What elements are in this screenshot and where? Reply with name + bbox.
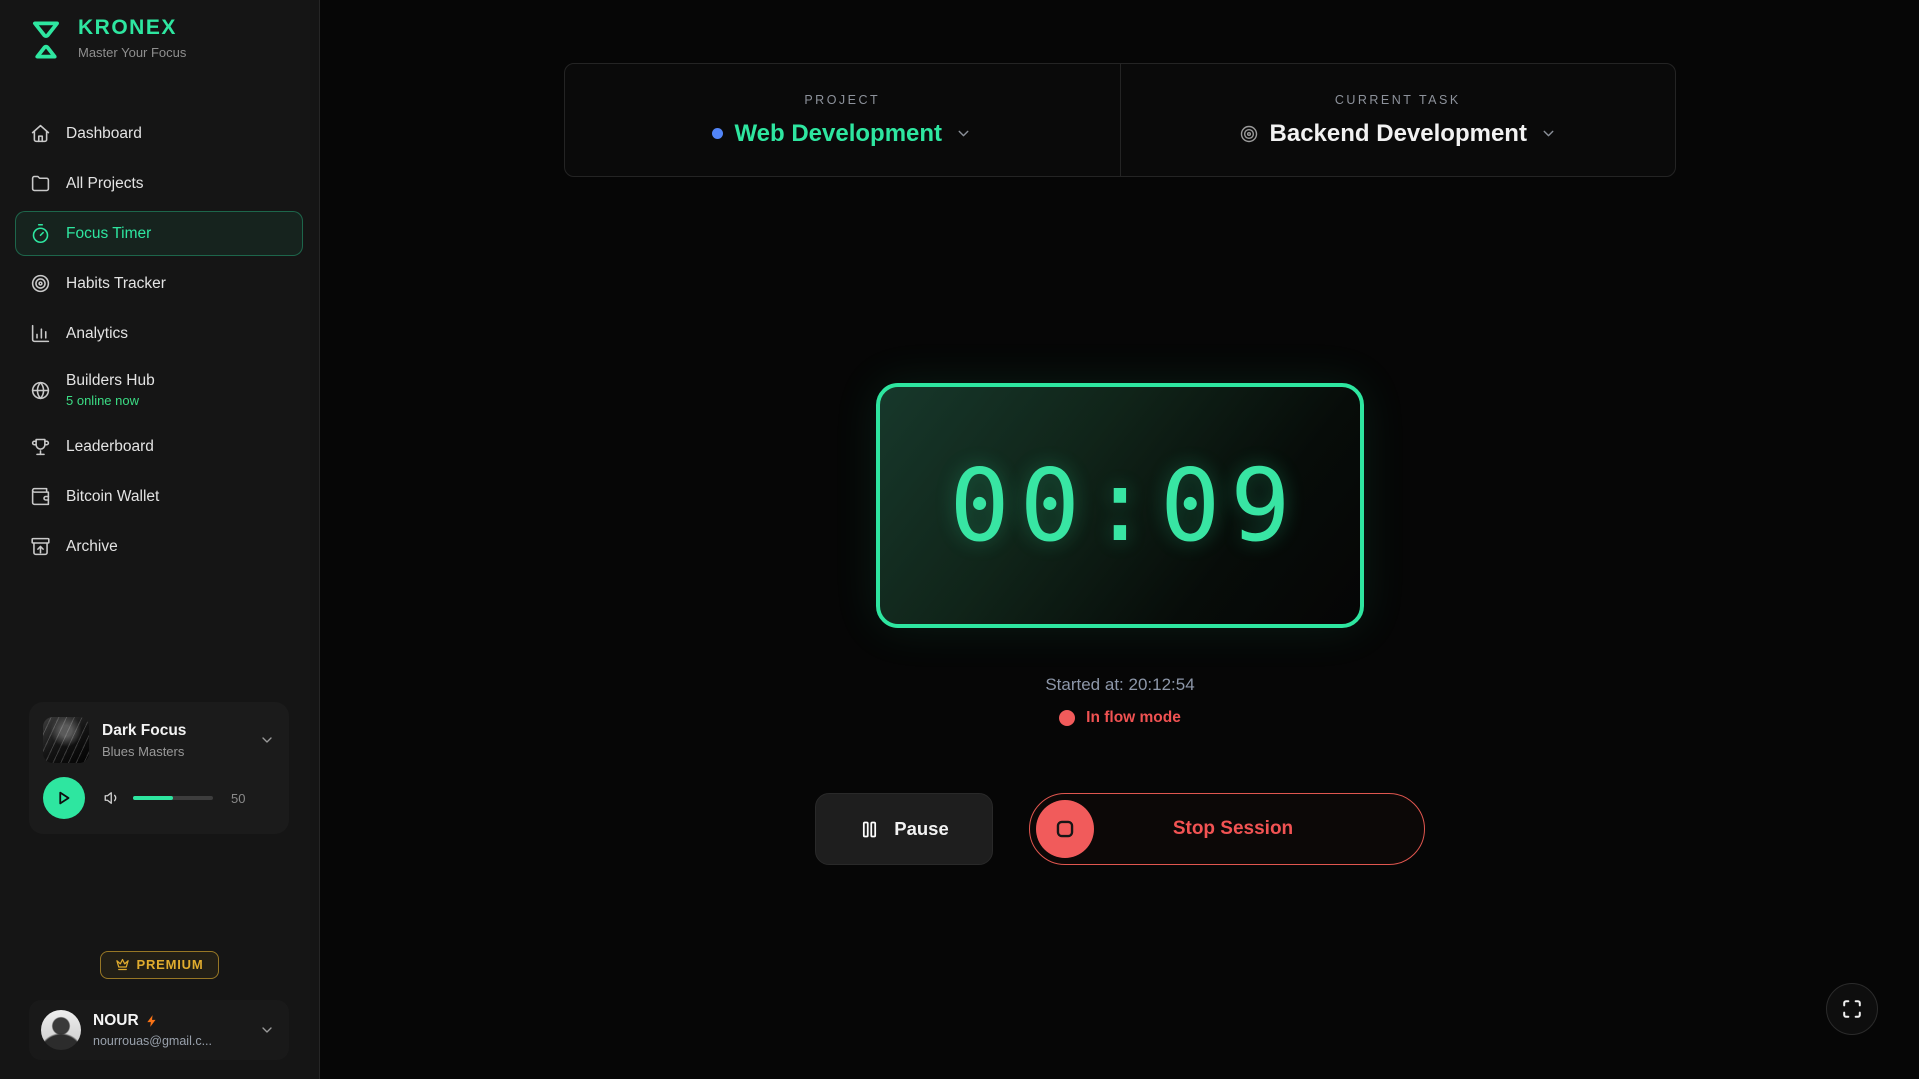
volume-slider[interactable]	[133, 796, 213, 800]
flow-status-label: In flow mode	[1086, 709, 1181, 727]
timer-value: 00:09	[939, 447, 1300, 564]
player-expand-chevron-icon[interactable]	[259, 732, 275, 748]
task-label: CURRENT TASK	[1335, 93, 1461, 107]
task-target-icon	[1239, 124, 1259, 144]
sidebar-item-label: Focus Timer	[66, 225, 151, 243]
bar-chart-icon	[30, 323, 51, 344]
stop-session-label: Stop Session	[1094, 818, 1372, 840]
sidebar-item-label: Bitcoin Wallet	[66, 488, 159, 506]
track-artist: Blues Masters	[102, 744, 246, 759]
fullscreen-icon	[1841, 998, 1863, 1020]
folder-icon	[30, 173, 51, 194]
music-player: Dark Focus Blues Masters 50	[29, 702, 289, 834]
album-art	[43, 717, 89, 763]
current-task-selector[interactable]: CURRENT TASK Backend Development	[1121, 64, 1676, 176]
hourglass-logo-icon	[27, 18, 65, 67]
sidebar-item-label: Habits Tracker	[66, 275, 166, 293]
user-name: NOUR	[93, 1012, 139, 1030]
project-selector[interactable]: PROJECT Web Development	[565, 64, 1120, 176]
play-icon	[55, 789, 73, 807]
sidebar-item-label: All Projects	[66, 175, 144, 193]
project-label: PROJECT	[804, 93, 880, 107]
sidebar-item-label: Leaderboard	[66, 438, 154, 456]
pause-icon	[859, 819, 880, 840]
main-content: PROJECT Web Development CURRENT TASK Bac…	[321, 0, 1919, 1079]
fullscreen-button[interactable]	[1826, 983, 1878, 1035]
volume-icon	[103, 789, 121, 807]
session-start-time: Started at: 20:12:54	[1045, 675, 1194, 695]
premium-label: PREMIUM	[137, 957, 204, 972]
sidebar-nav: Dashboard All Projects Focus Timer Habit…	[15, 111, 303, 574]
wallet-icon	[30, 486, 51, 507]
sidebar-item-builders-hub[interactable]: Builders Hub 5 online now	[15, 361, 303, 419]
trophy-icon	[30, 436, 51, 457]
volume-value: 50	[231, 791, 245, 806]
track-title: Dark Focus	[102, 722, 246, 740]
premium-badge[interactable]: PREMIUM	[100, 951, 219, 979]
home-icon	[30, 123, 51, 144]
user-profile[interactable]: NOUR nourrouas@gmail.c...	[29, 1000, 289, 1060]
flow-status-dot	[1059, 710, 1075, 726]
archive-icon	[30, 536, 51, 557]
sidebar: KRONEX Master Your Focus Dashboard All P…	[0, 0, 320, 1079]
pause-label: Pause	[894, 818, 949, 840]
chevron-down-icon	[1540, 125, 1557, 142]
sidebar-item-analytics[interactable]: Analytics	[15, 311, 303, 356]
play-button[interactable]	[43, 777, 85, 819]
target-icon	[30, 273, 51, 294]
profile-chevron-icon[interactable]	[259, 1022, 275, 1038]
sidebar-item-all-projects[interactable]: All Projects	[15, 161, 303, 206]
sidebar-item-label: Archive	[66, 538, 118, 556]
sidebar-item-dashboard[interactable]: Dashboard	[15, 111, 303, 156]
sidebar-item-label: Analytics	[66, 325, 128, 343]
sidebar-item-label: Builders Hub	[66, 372, 155, 390]
pause-button[interactable]: Pause	[815, 793, 993, 865]
chevron-down-icon	[955, 125, 972, 142]
flow-mode-status: In flow mode	[1059, 709, 1181, 727]
user-email: nourrouas@gmail.c...	[93, 1034, 247, 1048]
sidebar-item-focus-timer[interactable]: Focus Timer	[15, 211, 303, 256]
crown-icon	[115, 957, 130, 972]
sidebar-item-leaderboard[interactable]: Leaderboard	[15, 424, 303, 469]
brand-tagline: Master Your Focus	[78, 45, 186, 60]
brand: KRONEX Master Your Focus	[15, 14, 303, 67]
timer-display: 00:09	[876, 383, 1364, 628]
lightning-icon	[145, 1014, 159, 1028]
stop-icon	[1036, 800, 1094, 858]
sidebar-item-label: Dashboard	[66, 125, 142, 143]
stopwatch-icon	[30, 223, 51, 244]
globe-icon	[30, 380, 51, 401]
brand-name: KRONEX	[78, 16, 186, 40]
volume-fill	[133, 796, 173, 800]
project-color-dot	[712, 128, 723, 139]
sidebar-item-habits-tracker[interactable]: Habits Tracker	[15, 261, 303, 306]
sidebar-item-bitcoin-wallet[interactable]: Bitcoin Wallet	[15, 474, 303, 519]
session-context-bar: PROJECT Web Development CURRENT TASK Bac…	[564, 63, 1676, 177]
session-controls: Pause Stop Session	[815, 793, 1425, 865]
user-avatar	[41, 1010, 81, 1050]
sidebar-item-archive[interactable]: Archive	[15, 524, 303, 569]
online-count-badge: 5 online now	[66, 393, 155, 408]
stop-session-button[interactable]: Stop Session	[1029, 793, 1425, 865]
task-value: Backend Development	[1270, 120, 1527, 148]
project-value: Web Development	[734, 120, 942, 148]
